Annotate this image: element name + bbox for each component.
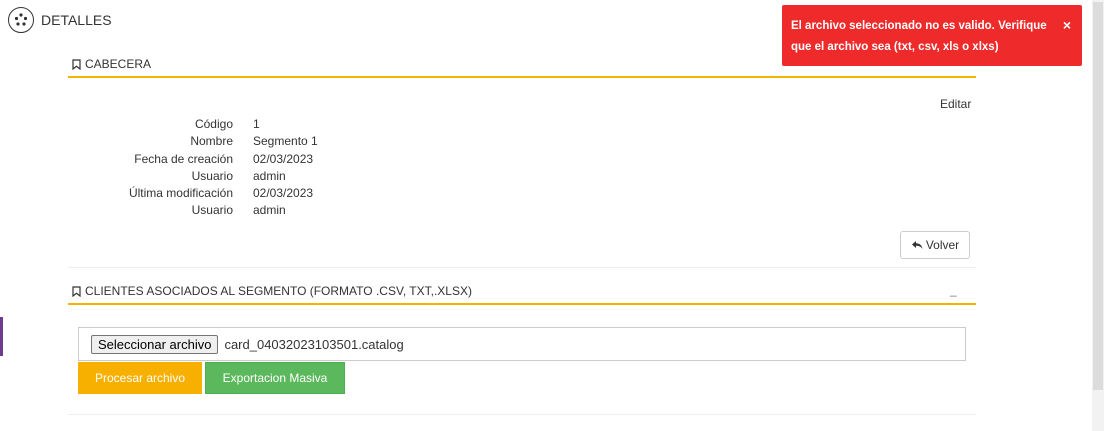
reply-arrow-icon (911, 241, 923, 249)
back-button[interactable]: Volver (900, 231, 970, 259)
scrollbar-thumb[interactable] (1093, 2, 1103, 390)
field-label-nombre: Nombre (190, 134, 233, 149)
field-label-fecha-creacion: Fecha de creación (134, 151, 233, 166)
toast-message: El archivo seleccionado no es valido. Ve… (791, 20, 1047, 53)
footer-separator (68, 414, 976, 415)
field-value-ultima-modificacion: 02/03/2023 (253, 186, 314, 201)
field-value-usuario: admin (253, 168, 286, 183)
clientes-divider (68, 303, 976, 305)
clientes-section-title: CLIENTES ASOCIADOS AL SEGMENTO (FORMATO … (72, 284, 472, 298)
field-label-usuario: Usuario (191, 168, 233, 183)
select-file-button[interactable]: Seleccionar archivo (91, 334, 219, 354)
clientes-title-text: CLIENTES ASOCIADOS AL SEGMENTO (FORMATO … (85, 284, 472, 298)
cabecera-section-title: CABECERA (72, 57, 151, 71)
field-value-fecha-creacion: 02/03/2023 (253, 151, 314, 166)
field-label-ultima-modificacion: Última modificación (128, 186, 233, 201)
bookmark-icon (72, 285, 81, 297)
sidebar-active-indicator (0, 317, 3, 356)
field-value-nombre: Segmento 1 (253, 134, 318, 149)
bookmark-icon (72, 58, 81, 70)
selected-file-name: card_04032023103501.catalog (224, 336, 404, 352)
segment-logo-icon (8, 7, 34, 33)
cabecera-field-labels: Código Nombre Fecha de creación Usuario … (80, 116, 233, 220)
edit-link[interactable]: Editar (940, 97, 971, 111)
field-value-codigo: 1 (253, 117, 260, 131)
section-separator (68, 267, 976, 268)
process-file-button[interactable]: Procesar archivo (78, 362, 202, 394)
field-value-usuario-modificacion: admin (253, 203, 286, 218)
collapse-button[interactable]: _ (950, 283, 957, 297)
page-header: DETALLES (8, 6, 112, 34)
cabecera-field-values: 1 Segmento 1 02/03/2023 admin 02/03/2023… (253, 116, 318, 220)
back-button-label: Volver (925, 238, 960, 252)
page-title: DETALLES (41, 12, 112, 28)
close-icon[interactable]: × (1063, 15, 1071, 36)
mass-export-button[interactable]: Exportacion Masiva (205, 362, 345, 394)
field-label-usuario-modificacion: Usuario (191, 203, 233, 218)
cabecera-divider (68, 76, 976, 78)
file-upload-field[interactable]: Seleccionar archivo card_04032023103501.… (78, 327, 966, 361)
cabecera-title-text: CABECERA (85, 57, 152, 71)
error-toast: El archivo seleccionado no es valido. Ve… (782, 5, 1082, 66)
field-label-codigo: Código (194, 117, 233, 131)
